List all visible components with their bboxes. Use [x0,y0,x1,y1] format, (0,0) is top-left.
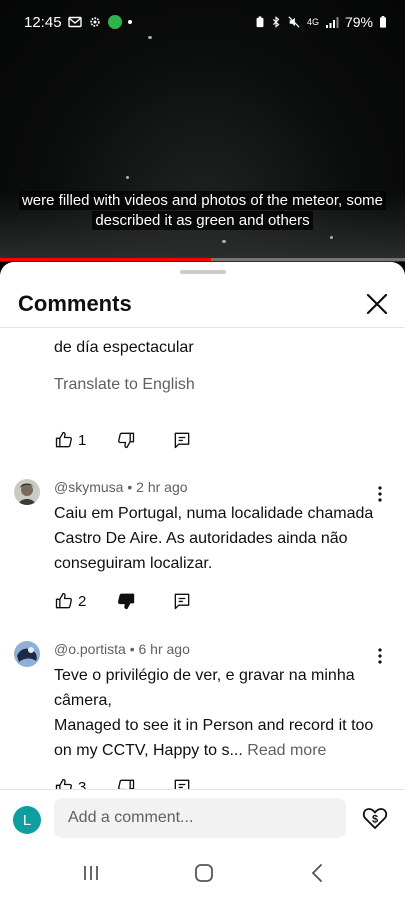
comment-author[interactable]: @o.portista [54,641,126,657]
drag-handle[interactable] [180,270,226,274]
reply-icon [172,430,192,450]
light-spark [126,176,129,179]
comment-item: @skymusa • 2 hr ago Caiu em Portugal, nu… [0,479,405,619]
add-comment-input[interactable]: Add a comment... [54,798,346,838]
light-spark [330,236,333,239]
home-icon[interactable] [192,861,216,885]
comment-actions: 3 [54,775,376,789]
light-spark [222,240,226,243]
comment-time: 2 hr ago [136,479,188,495]
thumb-down-icon [116,777,136,789]
svg-text:$: $ [372,814,378,826]
comment-text: Teve o privilégio de ver, e gravar na mi… [54,667,355,709]
reply-button[interactable] [172,430,192,450]
status-bar: 12:45 4G 79% [0,0,405,44]
signal-icon [325,16,339,28]
like-button[interactable]: 2 [54,591,86,611]
comment-actions: 1 [54,428,384,452]
more-icon[interactable] [377,647,383,665]
add-comment-bar: L Add a comment... $ [0,789,405,849]
comments-list[interactable]: de día espectacular Translate to English… [0,329,405,789]
reply-icon [172,591,192,611]
comment-item: @o.portista • 6 hr ago Teve o privilégio… [0,641,405,789]
user-avatar[interactable]: L [13,806,41,834]
like-count: 3 [78,778,87,790]
comments-title: Comments [18,290,132,316]
notification-dot-icon [127,20,132,24]
battery-percent: 79% [344,14,373,30]
mail-icon [67,16,82,28]
settings-icon [88,16,102,28]
video-progress-fill [0,258,211,261]
comment-meta: @o.portista • 6 hr ago [54,641,190,657]
comment-author[interactable]: @skymusa [54,479,123,495]
network-type: 4G [306,17,319,27]
like-button[interactable]: 3 [54,777,86,789]
dislike-button[interactable] [116,430,136,450]
system-nav-bar [0,849,405,900]
thumb-up-icon [54,430,74,450]
avatar[interactable] [14,641,40,667]
more-icon[interactable] [377,485,383,503]
like-count: 1 [78,431,87,449]
comments-sheet: Comments de día espectacular Translate t… [0,262,405,900]
comment-meta: @skymusa • 2 hr ago [54,479,188,495]
comment-body: @skymusa • 2 hr ago Caiu em Portugal, nu… [54,479,376,613]
comment-body: @o.portista • 6 hr ago Teve o privilégio… [54,641,376,789]
dislike-button[interactable] [116,591,136,611]
dislike-button[interactable] [116,777,136,789]
translate-link[interactable]: Translate to English [54,376,195,394]
video-caption: were filled with videos and photos of th… [8,191,397,231]
battery-icon [379,16,387,28]
sync-app-icon [107,15,122,29]
mute-icon [287,16,301,28]
comment-text-translation: Managed to see it in Person and record i… [54,713,376,763]
thumb-down-icon [116,430,136,450]
battery-saver-icon [255,16,265,28]
read-more-link[interactable]: Read more [247,742,326,759]
reply-button[interactable] [172,591,192,611]
reply-icon [172,777,192,789]
video-progress-bar[interactable] [0,258,405,261]
comment-text: Caiu em Portugal, numa localidade chamad… [54,505,374,572]
close-icon[interactable] [363,290,391,318]
comment-text: de día espectacular [54,339,194,356]
recents-icon[interactable] [79,861,103,885]
super-thanks-icon[interactable]: $ [361,804,389,832]
status-time: 12:45 [24,13,62,31]
comment-actions: 2 [54,589,376,613]
like-button[interactable]: 1 [54,430,86,450]
caption-text: were filled with videos and photos of th… [18,191,387,230]
reply-button[interactable] [172,777,192,789]
bluetooth-icon [271,16,281,28]
comments-header: Comments [0,280,405,328]
like-count: 2 [78,592,87,610]
back-icon[interactable] [306,861,330,885]
comment-time: 6 hr ago [138,641,190,657]
avatar[interactable] [14,479,40,505]
thumb-up-icon [54,777,74,789]
thumb-down-icon [116,591,136,611]
thumb-up-icon [54,591,74,611]
